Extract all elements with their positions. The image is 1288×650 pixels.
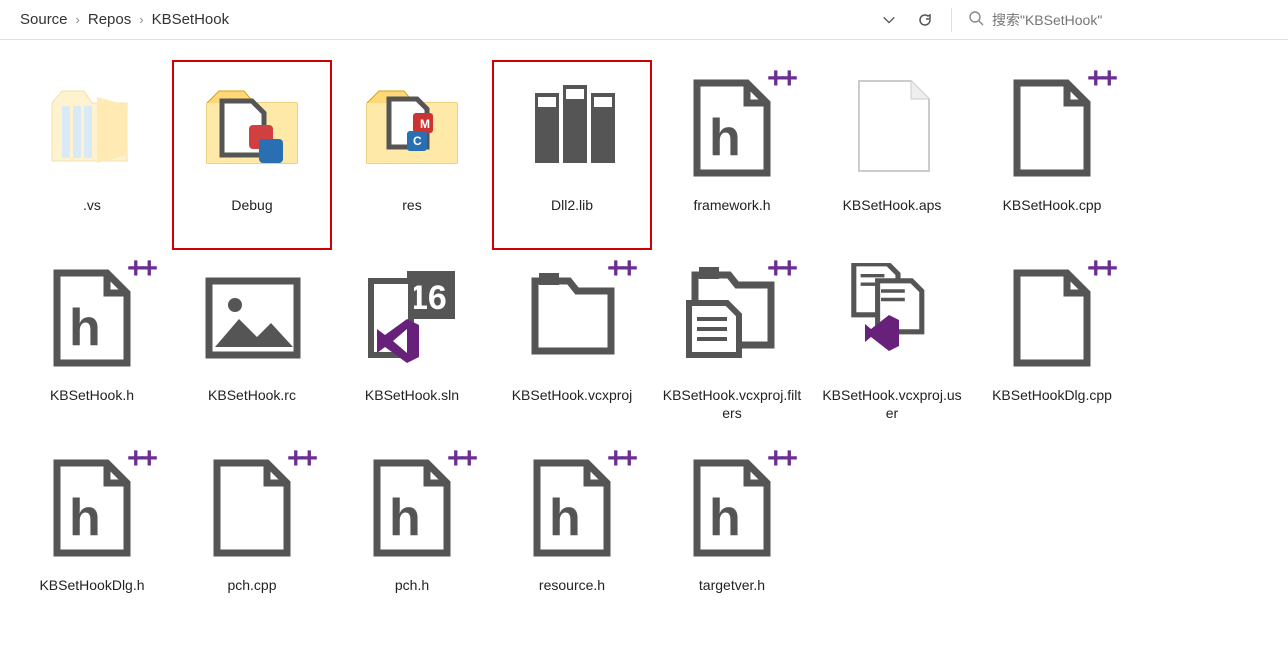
- search-icon: [968, 10, 984, 29]
- vcxproj-icon: ++: [512, 258, 632, 378]
- address-toolbar: Source › Repos › KBSetHook: [0, 0, 1288, 40]
- plus-plus-badge-icon: ++: [1087, 62, 1114, 96]
- file-label: KBSetHook.rc: [208, 386, 296, 404]
- plus-plus-badge-icon: ++: [127, 252, 154, 286]
- h-cpp-icon: ++: [672, 68, 792, 188]
- file-item[interactable]: .vs: [12, 60, 172, 250]
- blank-file-icon: [832, 68, 952, 188]
- breadcrumb-item-0[interactable]: Source: [14, 7, 74, 32]
- file-label: Debug: [231, 196, 272, 214]
- file-item[interactable]: KBSetHook.vcxproj.user: [812, 250, 972, 440]
- file-item[interactable]: Debug: [172, 60, 332, 250]
- plus-plus-badge-icon: ++: [607, 252, 634, 286]
- chevron-right-icon: ›: [139, 12, 143, 27]
- plus-plus-badge-icon: ++: [1087, 252, 1114, 286]
- file-label: KBSetHook.vcxproj: [512, 386, 633, 404]
- plus-plus-badge-icon: ++: [767, 252, 794, 286]
- file-label: targetver.h: [699, 576, 765, 594]
- plus-plus-badge-icon: ++: [127, 442, 154, 476]
- plus-plus-badge-icon: ++: [607, 442, 634, 476]
- file-item[interactable]: ++ KBSetHook.cpp: [972, 60, 1132, 250]
- history-dropdown-button[interactable]: [873, 4, 905, 36]
- search-box[interactable]: [960, 5, 1280, 35]
- file-item[interactable]: ++ targetver.h: [652, 440, 812, 630]
- file-item[interactable]: ++ KBSetHook.h: [12, 250, 172, 440]
- plus-plus-badge-icon: ++: [287, 442, 314, 476]
- file-item[interactable]: ++ framework.h: [652, 60, 812, 250]
- h-cpp-icon: ++: [32, 258, 152, 378]
- file-label: resource.h: [539, 576, 605, 594]
- file-label: KBSetHook.vcxproj.filters: [662, 386, 802, 422]
- file-item[interactable]: ++ KBSetHook.vcxproj.filters: [652, 250, 812, 440]
- file-label: KBSetHook.vcxproj.user: [822, 386, 962, 422]
- file-label: framework.h: [693, 196, 770, 214]
- refresh-button[interactable]: [909, 4, 941, 36]
- file-item[interactable]: ++ KBSetHook.vcxproj: [492, 250, 652, 440]
- file-label: KBSetHook.cpp: [1003, 196, 1102, 214]
- h-cpp-icon: ++: [512, 448, 632, 568]
- breadcrumb: Source › Repos › KBSetHook: [8, 7, 871, 32]
- plus-plus-badge-icon: ++: [767, 442, 794, 476]
- file-label: KBSetHook.sln: [365, 386, 459, 404]
- breadcrumb-item-1[interactable]: Repos: [82, 7, 137, 32]
- file-label: KBSetHookDlg.cpp: [992, 386, 1112, 404]
- file-item[interactable]: ++ resource.h: [492, 440, 652, 630]
- lib-icon: [512, 68, 632, 188]
- file-item[interactable]: KBSetHook.aps: [812, 60, 972, 250]
- cpp-icon: ++: [992, 68, 1112, 188]
- cpp-icon: ++: [992, 258, 1112, 378]
- file-label: KBSetHookDlg.h: [39, 576, 144, 594]
- file-item[interactable]: ++ KBSetHookDlg.h: [12, 440, 172, 630]
- file-grid: .vs Debug res Dll2.lib ++ framework.h KBSetHoo…: [0, 40, 1288, 650]
- file-label: Dll2.lib: [551, 196, 593, 214]
- h-cpp-icon: ++: [352, 448, 472, 568]
- vcxproj-user-icon: [832, 258, 952, 378]
- plus-plus-badge-icon: ++: [447, 442, 474, 476]
- file-label: pch.cpp: [227, 576, 276, 594]
- file-item[interactable]: res: [332, 60, 492, 250]
- chevron-right-icon: ›: [76, 12, 80, 27]
- file-item[interactable]: ++ pch.cpp: [172, 440, 332, 630]
- folder-project-icon: [192, 68, 312, 188]
- file-label: KBSetHook.h: [50, 386, 134, 404]
- breadcrumb-item-2[interactable]: KBSetHook: [146, 7, 236, 32]
- h-cpp-icon: ++: [672, 448, 792, 568]
- folder-resource-icon: [352, 68, 472, 188]
- vcxproj-filters-icon: ++: [672, 258, 792, 378]
- file-label: res: [402, 196, 421, 214]
- file-label: pch.h: [395, 576, 429, 594]
- file-item[interactable]: KBSetHook.sln: [332, 250, 492, 440]
- divider: [951, 8, 952, 32]
- file-item[interactable]: ++ pch.h: [332, 440, 492, 630]
- search-input[interactable]: [992, 12, 1252, 28]
- file-label: .vs: [83, 196, 101, 214]
- cpp-icon: ++: [192, 448, 312, 568]
- file-item[interactable]: KBSetHook.rc: [172, 250, 332, 440]
- image-icon: [192, 258, 312, 378]
- file-label: KBSetHook.aps: [843, 196, 942, 214]
- sln-icon: [352, 258, 472, 378]
- file-item[interactable]: Dll2.lib: [492, 60, 652, 250]
- file-item[interactable]: ++ KBSetHookDlg.cpp: [972, 250, 1132, 440]
- folder-hidden-icon: [32, 68, 152, 188]
- plus-plus-badge-icon: ++: [767, 62, 794, 96]
- h-cpp-icon: ++: [32, 448, 152, 568]
